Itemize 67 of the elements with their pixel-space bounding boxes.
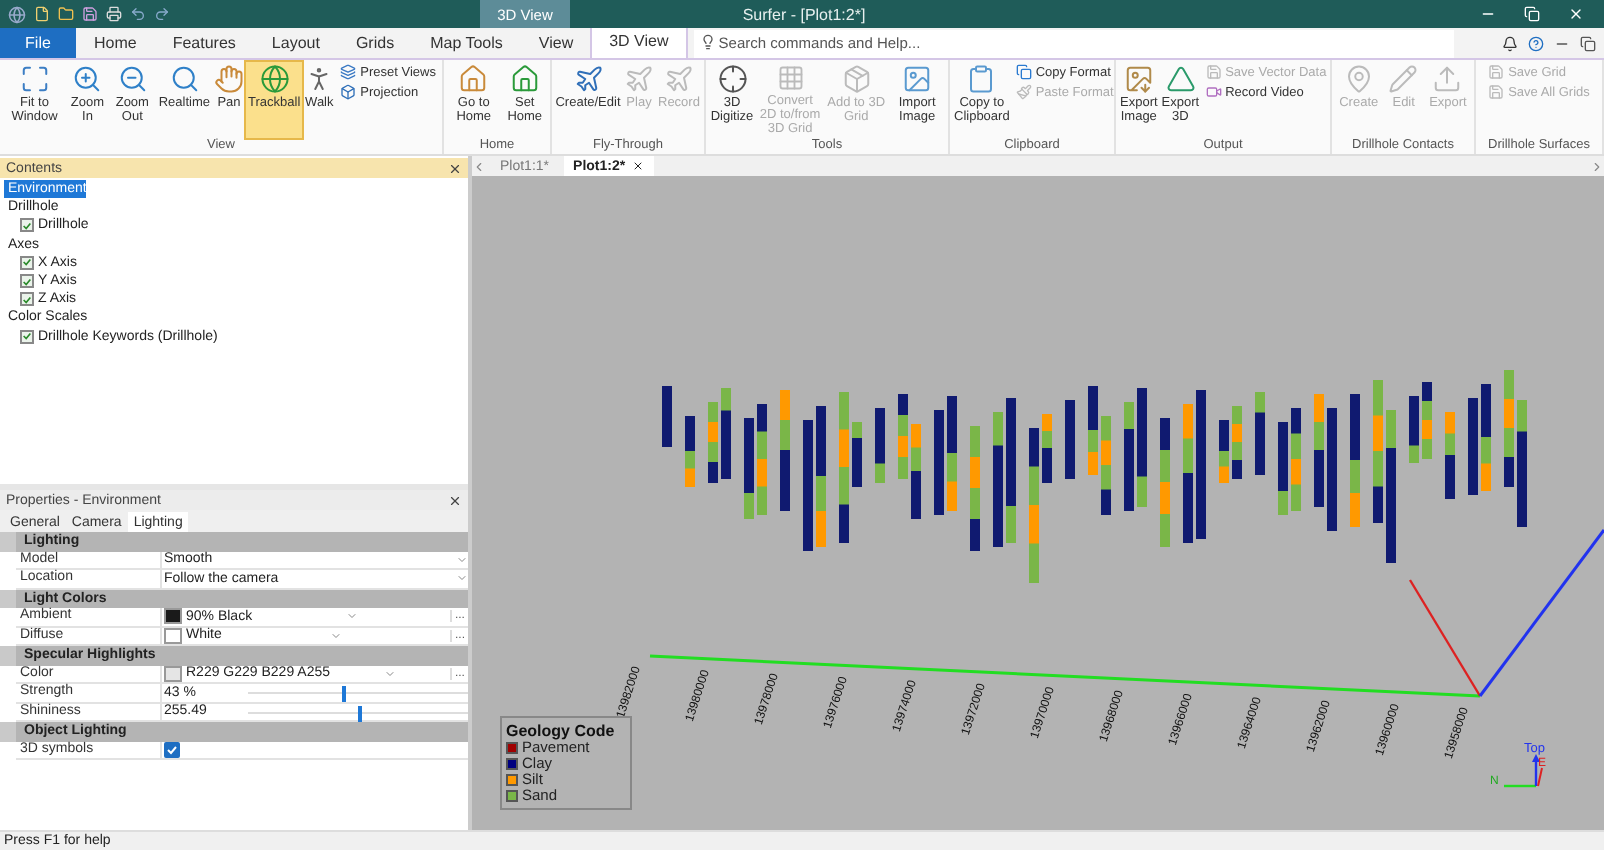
app-logo-icon — [8, 5, 26, 23]
printer-icon[interactable] — [106, 6, 122, 22]
airplane-icon — [663, 64, 694, 94]
slider-thumb[interactable] — [342, 686, 347, 702]
ribbon-tab[interactable]: View — [520, 28, 592, 58]
legend-title: Geology Code — [506, 722, 617, 740]
ribbon-tab[interactable]: 3D View — [591, 28, 687, 58]
new-file-icon[interactable] — [34, 6, 50, 22]
cube-icon — [841, 64, 872, 94]
image-export-icon — [1123, 64, 1154, 94]
checkbox[interactable] — [20, 255, 34, 270]
house-icon — [509, 64, 540, 94]
file-tab[interactable]: File — [0, 28, 76, 58]
airplane-icon — [573, 64, 603, 94]
globe-icon — [259, 64, 290, 94]
ribbon-tab[interactable]: Home — [76, 28, 155, 58]
save-icon[interactable] — [82, 6, 98, 22]
save-icon — [1488, 64, 1505, 80]
pencil-icon — [1388, 64, 1419, 94]
window-title: Surfer - [Plot1:2*] — [742, 5, 866, 23]
checkbox[interactable] — [20, 218, 34, 233]
ribbon-tab[interactable]: Map Tools — [412, 28, 521, 58]
clipboard-icon — [966, 64, 997, 94]
pin-icon — [1343, 64, 1374, 94]
house-icon — [458, 64, 489, 94]
close-icon[interactable] — [448, 493, 462, 507]
close-icon[interactable] — [448, 161, 462, 175]
scroll-left-icon[interactable] — [472, 159, 486, 173]
redo-icon[interactable] — [154, 6, 170, 22]
restore-icon[interactable] — [1580, 35, 1596, 51]
zoom-out-icon — [117, 64, 148, 94]
crosshair-icon — [717, 64, 748, 94]
checkbox[interactable] — [20, 329, 34, 344]
scroll-right-icon[interactable] — [1590, 159, 1604, 173]
save-icon — [1205, 64, 1222, 80]
bell-icon[interactable] — [1502, 35, 1518, 51]
y-axis-line — [1408, 579, 1482, 697]
upload-icon — [1432, 64, 1463, 94]
paintbrush-icon — [1015, 84, 1032, 100]
image-icon — [902, 64, 933, 94]
top-arrow — [1532, 754, 1540, 786]
cube-icon — [340, 84, 357, 100]
video-icon — [1205, 84, 1222, 100]
copy-icon — [1015, 64, 1032, 80]
hand-icon — [214, 64, 245, 94]
pyramid-icon — [1165, 64, 1196, 94]
save-icon — [1488, 84, 1505, 100]
close-icon[interactable] — [631, 160, 644, 172]
checkmark-icon — [166, 743, 178, 756]
ribbon-tab[interactable]: Features — [154, 28, 254, 58]
layers-icon — [340, 64, 357, 80]
grid-icon — [775, 64, 806, 92]
ribbon-tab[interactable]: Grids — [337, 28, 413, 58]
checkbox[interactable] — [20, 274, 34, 289]
fit-window-icon — [19, 64, 50, 94]
lightbulb-icon — [700, 34, 717, 50]
restore-icon[interactable] — [1524, 6, 1540, 22]
airplane-icon — [624, 64, 654, 94]
magnifier-icon — [169, 64, 200, 94]
help-icon[interactable] — [1528, 35, 1544, 51]
checkmark-icon — [22, 219, 32, 232]
ribbon-tab[interactable]: Layout — [253, 28, 338, 58]
folder-icon[interactable] — [58, 6, 74, 22]
undo-icon[interactable] — [130, 6, 146, 22]
checkbox[interactable] — [20, 292, 34, 307]
zoom-in-icon — [72, 64, 103, 94]
checkmark-icon — [22, 330, 32, 343]
